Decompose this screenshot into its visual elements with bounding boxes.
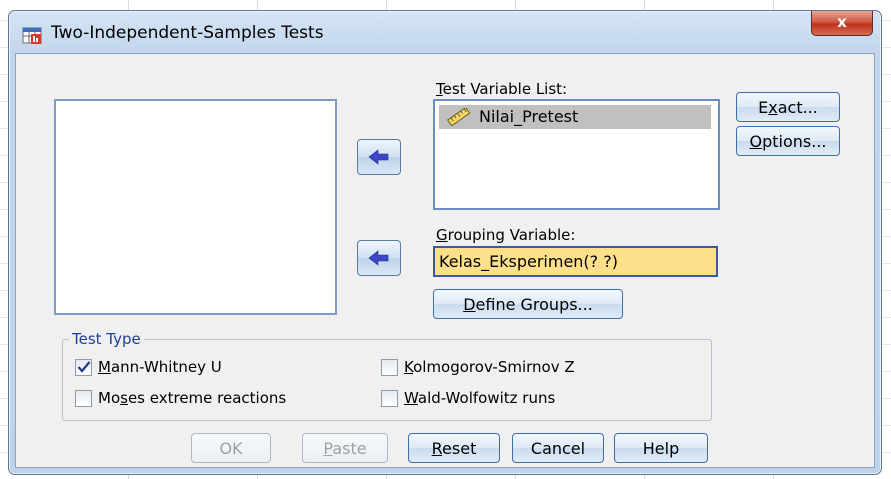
checkbox-label: Moses extreme reactions (98, 389, 287, 407)
title-bar[interactable]: Two-Independent-Samples Tests x (9, 11, 881, 53)
dialog-client-area: Test Variable List: Nilai_Pretest Groupi… (15, 53, 875, 468)
help-button[interactable]: Help (614, 433, 708, 463)
options-button[interactable]: Options... (736, 126, 840, 156)
list-item[interactable]: Nilai_Pretest (439, 105, 711, 129)
test-variable-list[interactable]: Nilai_Pretest (433, 99, 720, 210)
checkbox-label: Kolmogorov-Smirnov Z (404, 358, 575, 376)
checkbox-label: Mann-Whitney U (98, 358, 222, 376)
exact-button[interactable]: Exact... (736, 92, 840, 122)
test-variable-name: Nilai_Pretest (479, 107, 579, 126)
spss-dialog-icon (22, 25, 42, 45)
grouping-variable-value: Kelas_Eksperimen(? ?) (439, 252, 618, 271)
test-variable-list-label: Test Variable List: (436, 80, 568, 98)
test-type-title: Test Type (69, 330, 144, 348)
ok-button[interactable]: OK (191, 433, 271, 463)
close-icon: x (837, 13, 847, 31)
reset-button[interactable]: Reset (408, 433, 500, 463)
checkmark-icon (77, 361, 91, 373)
source-variable-list[interactable] (54, 99, 337, 315)
checkbox-box (75, 390, 92, 407)
dialog-title: Two-Independent-Samples Tests (51, 23, 324, 43)
paste-button[interactable]: Paste (302, 433, 388, 463)
close-button[interactable]: x (811, 11, 873, 36)
test-type-group: Test Type Mann-Whitney U Kolmogorov-Smir… (62, 330, 712, 421)
checkbox-box (381, 359, 398, 376)
checkbox-box (381, 390, 398, 407)
define-groups-button[interactable]: Define Groups... (433, 289, 623, 319)
grouping-variable-field[interactable]: Kelas_Eksperimen(? ?) (433, 246, 718, 277)
checkbox-label: Wald-Wolfowitz runs (404, 389, 556, 407)
two-independent-samples-dialog: Two-Independent-Samples Tests x Test Var… (8, 10, 882, 475)
checkbox-box (75, 359, 92, 376)
scale-ruler-icon (446, 106, 471, 131)
cancel-button[interactable]: Cancel (512, 433, 604, 463)
grouping-variable-label: Grouping Variable: (436, 226, 576, 244)
move-to-grouping-variable-button[interactable] (357, 240, 401, 276)
move-to-test-variable-button[interactable] (357, 139, 401, 175)
